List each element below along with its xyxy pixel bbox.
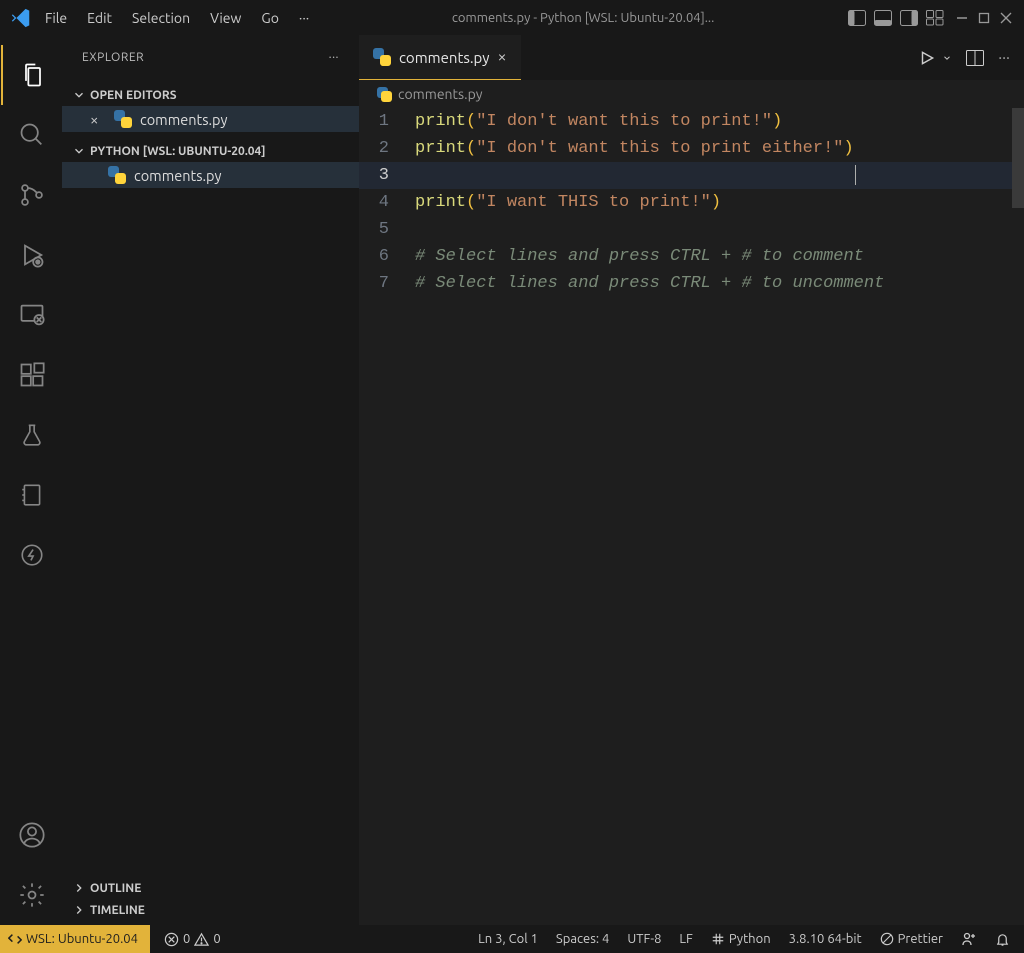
- layout-controls: [848, 10, 946, 26]
- timeline-label: TIMELINE: [90, 904, 145, 917]
- layout-customize-icon[interactable]: [926, 10, 946, 26]
- remote-label: WSL: Ubuntu-20.04: [26, 932, 138, 946]
- prettier-label: Prettier: [898, 932, 943, 946]
- chevron-right-icon: [72, 881, 86, 895]
- explorer-title: EXPLORER: [82, 51, 144, 64]
- menu-view[interactable]: View: [201, 6, 250, 30]
- menu-go[interactable]: Go: [252, 6, 287, 30]
- notifications-icon[interactable]: [995, 932, 1010, 947]
- split-editor-icon[interactable]: [966, 50, 984, 66]
- run-icon[interactable]: [918, 49, 936, 67]
- workspace-label: PYTHON [WSL: UBUNTU-20.04]: [90, 145, 266, 158]
- panel-right-icon[interactable]: [900, 10, 920, 26]
- code-line: 3: [359, 162, 1024, 189]
- chevron-down-icon: [72, 88, 86, 102]
- open-editor-filename: comments.py: [140, 111, 228, 128]
- window-title: comments.py - Python [WSL: Ubuntu-20.04]…: [318, 11, 848, 25]
- editor-area: comments.py × ··· comments.py 1print("I …: [359, 35, 1024, 925]
- workspace-filename: comments.py: [134, 167, 222, 184]
- eol[interactable]: LF: [679, 932, 692, 946]
- more-icon[interactable]: ···: [998, 49, 1010, 67]
- code-line: 6# Select lines and press CTRL + # to co…: [359, 243, 1024, 270]
- panel-bottom-icon[interactable]: [874, 10, 894, 26]
- activity-bar: [0, 35, 62, 925]
- source-control-icon[interactable]: [2, 165, 62, 225]
- title-bar: File Edit Selection View Go ··· comments…: [0, 0, 1024, 35]
- code-line: 7# Select lines and press CTRL + # to un…: [359, 270, 1024, 297]
- code-line: 1print("I don't want this to print!"): [359, 108, 1024, 135]
- menu-overflow-icon[interactable]: ···: [290, 6, 318, 30]
- testing-icon[interactable]: [2, 405, 62, 465]
- timeline-header[interactable]: TIMELINE: [62, 899, 359, 921]
- tab-label: comments.py: [399, 49, 490, 66]
- open-editors-section: OPEN EDITORS × comments.py: [62, 80, 359, 136]
- error-count: 0: [183, 932, 190, 946]
- python-interpreter[interactable]: 3.8.10 64-bit: [789, 932, 862, 946]
- remote-explorer-icon[interactable]: [2, 285, 62, 345]
- menu-selection[interactable]: Selection: [123, 6, 199, 30]
- code-line: 5: [359, 216, 1024, 243]
- python-file-icon: [108, 166, 126, 184]
- editor-actions: ···: [904, 35, 1024, 80]
- language-mode[interactable]: Python: [711, 932, 771, 946]
- text-cursor: [855, 165, 856, 185]
- search-icon[interactable]: [2, 105, 62, 165]
- notebook-icon[interactable]: [2, 465, 62, 525]
- python-file-icon: [377, 87, 392, 102]
- code-editor[interactable]: 1print("I don't want this to print!") 2p…: [359, 108, 1024, 925]
- remote-indicator[interactable]: WSL: Ubuntu-20.04: [0, 925, 150, 953]
- extensions-icon[interactable]: [2, 345, 62, 405]
- code-line: 4print("I want THIS to print!"): [359, 189, 1024, 216]
- scrollbar[interactable]: [1012, 108, 1024, 208]
- minimize-icon[interactable]: [956, 12, 968, 24]
- code-line: 2print("I don't want this to print eithe…: [359, 135, 1024, 162]
- settings-gear-icon[interactable]: [2, 865, 62, 925]
- debug-icon[interactable]: [2, 225, 62, 285]
- close-icon[interactable]: [1000, 12, 1012, 24]
- open-editor-item[interactable]: × comments.py: [62, 106, 359, 132]
- menu-file[interactable]: File: [36, 6, 76, 30]
- explorer-sidebar: EXPLORER ··· OPEN EDITORS × comments.py …: [62, 35, 359, 925]
- thunder-icon[interactable]: [2, 525, 62, 585]
- more-icon[interactable]: ···: [329, 51, 339, 64]
- tab-comments-py[interactable]: comments.py ×: [359, 35, 521, 80]
- python-file-icon: [373, 48, 391, 66]
- prettier-status[interactable]: Prettier: [880, 932, 943, 946]
- vscode-logo-icon: [6, 7, 36, 29]
- account-icon[interactable]: [2, 805, 62, 865]
- panel-left-icon[interactable]: [848, 10, 868, 26]
- warning-count: 0: [213, 932, 220, 946]
- maximize-icon[interactable]: [978, 12, 990, 24]
- menu-edit[interactable]: Edit: [78, 6, 121, 30]
- close-icon[interactable]: ×: [498, 48, 507, 66]
- chevron-down-icon: [72, 144, 86, 158]
- tab-bar: comments.py × ···: [359, 35, 1024, 80]
- chevron-right-icon: [72, 903, 86, 917]
- status-bar: WSL: Ubuntu-20.04 0 0 Ln 3, Col 1 Spaces…: [0, 925, 1024, 953]
- breadcrumb-label: comments.py: [398, 86, 482, 102]
- open-editors-header[interactable]: OPEN EDITORS: [62, 84, 359, 106]
- indentation[interactable]: Spaces: 4: [556, 932, 609, 946]
- window-controls: [956, 12, 1018, 24]
- workspace-file-item[interactable]: comments.py: [62, 162, 359, 188]
- feedback-icon[interactable]: [961, 931, 977, 947]
- breadcrumb[interactable]: comments.py: [359, 80, 1024, 108]
- workspace-section: PYTHON [WSL: UBUNTU-20.04] comments.py: [62, 136, 359, 192]
- menu-bar: File Edit Selection View Go ···: [36, 6, 318, 30]
- sidebar-header: EXPLORER ···: [62, 35, 359, 80]
- cursor-position[interactable]: Ln 3, Col 1: [478, 932, 538, 946]
- close-icon[interactable]: ×: [90, 111, 106, 128]
- language-label: Python: [729, 932, 771, 946]
- explorer-icon[interactable]: [1, 45, 61, 105]
- open-editors-label: OPEN EDITORS: [90, 89, 177, 102]
- chevron-down-icon[interactable]: [942, 53, 952, 63]
- outline-label: OUTLINE: [90, 882, 141, 895]
- outline-header[interactable]: OUTLINE: [62, 877, 359, 899]
- python-file-icon: [114, 110, 132, 128]
- workspace-header[interactable]: PYTHON [WSL: UBUNTU-20.04]: [62, 140, 359, 162]
- encoding[interactable]: UTF-8: [627, 932, 661, 946]
- sidebar-bottom: OUTLINE TIMELINE: [62, 873, 359, 925]
- problems-button[interactable]: 0 0: [164, 932, 221, 947]
